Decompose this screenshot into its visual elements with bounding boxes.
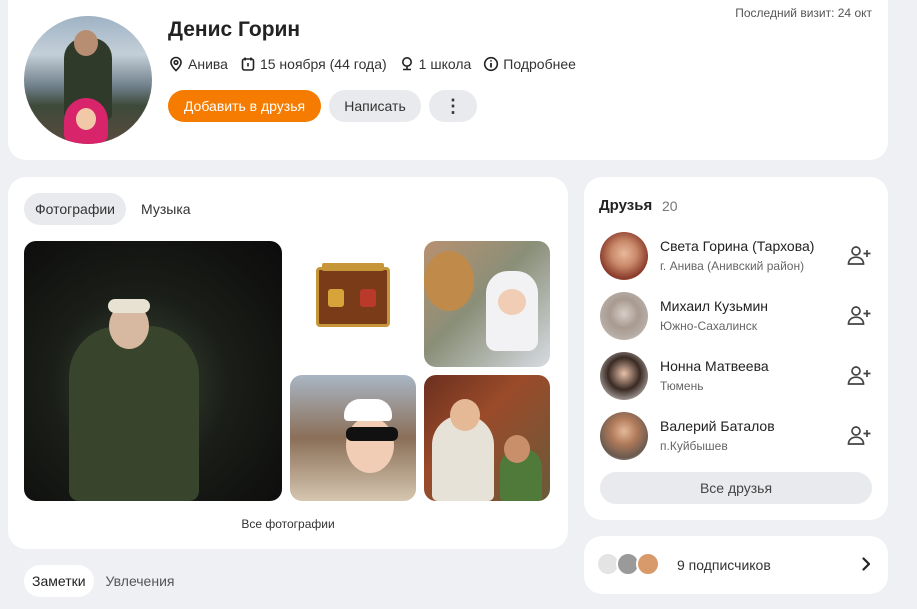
meta-school-text: 1 школа — [418, 56, 472, 72]
photo-figure — [69, 326, 199, 501]
write-message-button[interactable]: Написать — [329, 90, 421, 122]
add-friend-icon[interactable] — [846, 424, 872, 448]
friends-title[interactable]: Друзья — [599, 197, 652, 214]
friend-avatar[interactable] — [600, 412, 648, 460]
profile-header: Денис Горин Последний визит: 24 окт Анив… — [8, 0, 888, 160]
chevron-right-icon[interactable] — [858, 556, 874, 572]
friend-location: г. Анива (Анивский район) — [660, 259, 805, 273]
meta-location-text: Анива — [188, 56, 228, 72]
friend-avatar[interactable] — [600, 292, 648, 340]
photo-4[interactable] — [290, 375, 416, 501]
friend-name[interactable]: Валерий Баталов — [660, 418, 775, 434]
achievement-badge-2 — [360, 289, 376, 307]
meta-details-link: Подробнее — [503, 56, 576, 72]
school-icon — [401, 57, 412, 71]
friend-avatar[interactable] — [600, 232, 648, 280]
all-friends-button[interactable]: Все друзья — [600, 472, 872, 504]
friend-name[interactable]: Света Горина (Тархова) — [660, 238, 814, 254]
profile-avatar[interactable] — [24, 16, 152, 144]
tab-hobbies[interactable]: Увлечения — [98, 565, 183, 597]
meta-birthday-text: 15 ноября (44 года) — [259, 56, 387, 72]
photo-baby-face — [346, 417, 394, 473]
friends-card: Друзья 20 Света Горина (Тархова) г. Анив… — [584, 177, 888, 520]
profile-actions: Добавить в друзья Написать ⋮ — [168, 90, 477, 122]
photo-woman — [424, 251, 474, 311]
calendar-icon — [241, 57, 255, 71]
info-icon — [484, 56, 499, 72]
photo-5[interactable] — [424, 375, 550, 501]
photo-baby-hat — [344, 399, 392, 421]
photo-2[interactable] — [290, 241, 416, 367]
friend-item[interactable]: Михаил Кузьмин Южно-Сахалинск — [600, 292, 872, 352]
location-pin-icon — [170, 56, 182, 72]
subscriber-avatar — [636, 552, 660, 576]
avatar-child-face — [76, 108, 96, 130]
subscriber-avatars — [596, 552, 668, 576]
subscribers-count: 9 подписчиков — [677, 557, 771, 573]
meta-school[interactable]: 1 школа — [399, 56, 472, 72]
tab-photos[interactable]: Фотографии — [24, 193, 127, 225]
friend-item[interactable]: Света Горина (Тархова) г. Анива (Анивски… — [600, 232, 872, 292]
achievement-badge-1 — [328, 289, 344, 307]
subscribers-card[interactable]: 9 подписчиков — [584, 536, 888, 594]
photo-3[interactable] — [424, 241, 550, 367]
photo-sunglasses — [346, 427, 398, 441]
photo-baby-face — [498, 289, 526, 315]
friend-item[interactable]: Валерий Баталов п.Куйбышев — [600, 412, 872, 472]
profile-meta: Анива 15 ноября (44 года) 1 школа Подроб… — [168, 56, 576, 72]
friend-location: Южно-Сахалинск — [660, 319, 758, 333]
all-photos-link[interactable]: Все фотографии — [8, 517, 568, 531]
friend-item[interactable]: Нонна Матвеева Тюмень — [600, 352, 872, 412]
tab-music[interactable]: Музыка — [130, 193, 202, 225]
photo-grandmother-face — [450, 399, 480, 431]
meta-location[interactable]: Анива — [168, 56, 228, 72]
last-visit-text: Последний визит: 24 окт — [735, 6, 872, 20]
meta-birthday: 15 ноября (44 года) — [240, 56, 387, 72]
friend-avatar[interactable] — [600, 352, 648, 400]
meta-details[interactable]: Подробнее — [483, 56, 576, 72]
achievement-banner — [322, 263, 384, 271]
bottom-tabs: Заметки Увлечения — [24, 565, 182, 597]
add-friend-icon[interactable] — [846, 244, 872, 268]
add-friend-button[interactable]: Добавить в друзья — [168, 90, 321, 122]
friend-name[interactable]: Михаил Кузьмин — [660, 298, 768, 314]
photos-card: Фотографии Музыка Все фотографии — [8, 177, 568, 549]
tab-notes[interactable]: Заметки — [24, 565, 94, 597]
media-tabs: Фотографии Музыка — [24, 193, 202, 225]
friend-location: Тюмень — [660, 379, 704, 393]
add-friend-icon[interactable] — [846, 364, 872, 388]
friend-name[interactable]: Нонна Матвеева — [660, 358, 769, 374]
more-options-button[interactable]: ⋮ — [429, 90, 477, 122]
photo-figure-headband — [108, 299, 150, 313]
avatar-figure-head — [74, 30, 98, 56]
friends-count: 20 — [662, 198, 678, 214]
profile-name: Денис Горин — [168, 18, 301, 41]
photo-1[interactable] — [24, 241, 282, 501]
friend-location: п.Куйбышев — [660, 439, 728, 453]
photo-boy-face — [504, 435, 530, 463]
add-friend-icon[interactable] — [846, 304, 872, 328]
